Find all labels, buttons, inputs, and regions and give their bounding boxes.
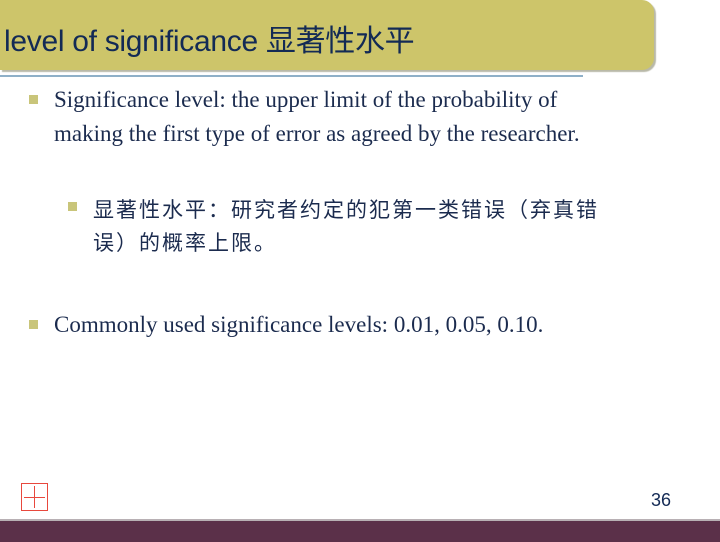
sub-bullet-icon (68, 202, 77, 211)
bullet-icon (29, 95, 38, 104)
title-bar: level of significance 显著性水平 (0, 0, 654, 70)
bullet-icon (29, 320, 38, 329)
bullet-text: Significance level: the upper limit of t… (54, 87, 580, 146)
slide-title: level of significance 显著性水平 (4, 25, 415, 58)
bullet-text: Commonly used significance levels: 0.01,… (54, 312, 544, 337)
page-number: 36 (651, 490, 672, 510)
sub-bullet-text: 显著性水平：研究者约定的犯第一类错误（弃真错误）的概率上限。 (93, 198, 599, 255)
title-divider (0, 75, 583, 77)
footer-bar (0, 519, 720, 542)
seal-logo (21, 483, 48, 511)
